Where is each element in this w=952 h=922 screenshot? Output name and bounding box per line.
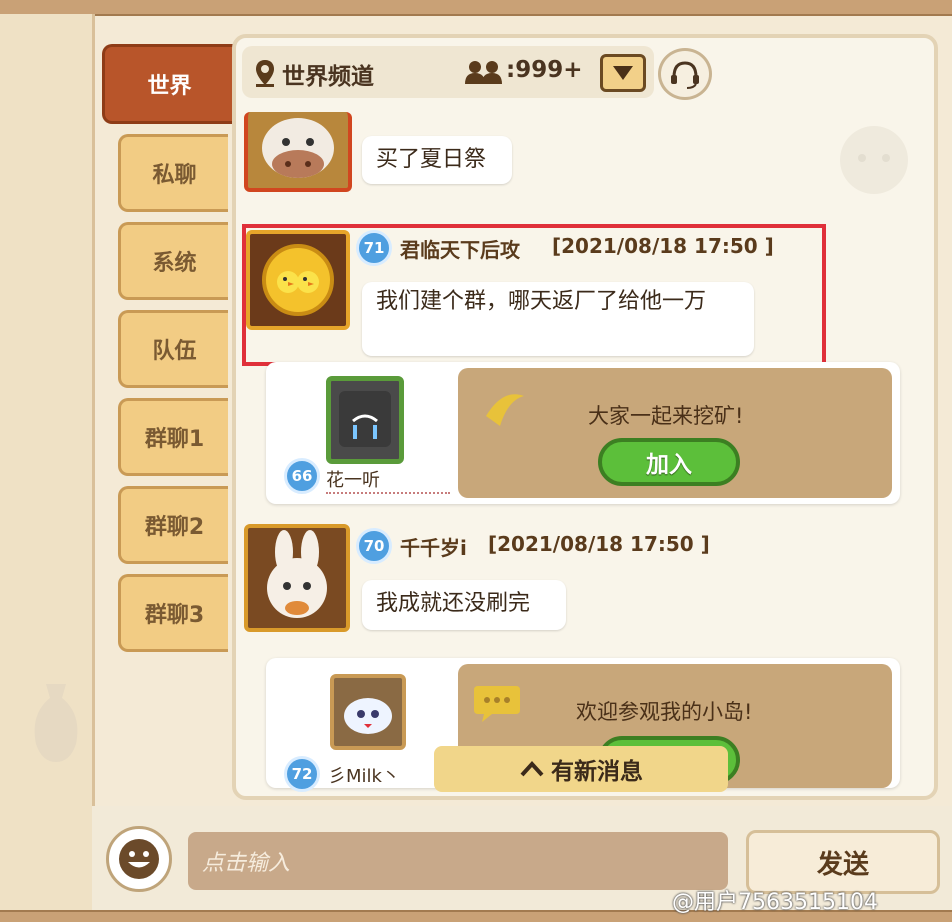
rabbit-avatar[interactable] <box>244 524 350 632</box>
sheep-watermark-icon <box>840 126 908 194</box>
dotted-divider <box>326 492 450 494</box>
highlight-box <box>242 224 826 366</box>
customer-service-button[interactable] <box>658 48 712 100</box>
tab-group3[interactable]: 群聊3 <box>118 574 228 652</box>
headset-icon <box>671 61 699 89</box>
channel-title: 世界频道 <box>282 64 374 90</box>
message-bubble: 买了夏日祭 <box>362 136 512 184</box>
tab-private[interactable]: 私聊 <box>118 134 228 212</box>
banana-icon <box>486 394 524 426</box>
level-badge: 70 <box>356 528 392 564</box>
group-invite-card: 66 花一听 大家一起来挖矿! 加入 <box>266 362 900 504</box>
chevron-up-icon <box>520 761 544 777</box>
tab-system[interactable]: 系统 <box>118 222 228 300</box>
tab-group2[interactable]: 群聊2 <box>118 486 228 564</box>
card-message: 大家一起来挖矿! <box>588 404 744 428</box>
left-edge <box>0 14 95 912</box>
message-bubble: 我成就还没刷完 <box>362 580 566 630</box>
crying-block-avatar[interactable] <box>326 376 404 464</box>
smiley-icon <box>119 839 159 879</box>
level-badge: 66 <box>284 458 320 494</box>
watermark: @用户7563515104 <box>672 890 878 915</box>
channel-dropdown-button[interactable] <box>600 54 646 92</box>
sender-name[interactable]: 千千岁i <box>400 532 467 561</box>
pin-icon <box>256 60 274 87</box>
dropdown-triangle-icon <box>613 66 633 80</box>
tab-team[interactable]: 队伍 <box>118 310 228 388</box>
cloud-avatar[interactable] <box>330 674 406 750</box>
message-timestamp: [2021/08/18 17:50 ] <box>488 532 710 556</box>
join-button[interactable]: 加入 <box>598 438 740 486</box>
card-user-name[interactable]: 彡Milk丶 <box>328 762 400 788</box>
card-message: 欢迎参观我的小岛! <box>576 700 753 724</box>
cow-avatar[interactable] <box>244 112 352 192</box>
people-icon <box>465 61 502 84</box>
speech-bubble-icon <box>474 686 520 722</box>
new-message-label: 有新消息 <box>551 759 643 785</box>
pouch-decoration-icon <box>34 684 78 762</box>
level-badge: 72 <box>284 756 320 792</box>
new-message-notice[interactable]: 有新消息 <box>434 746 728 792</box>
top-frame <box>0 0 952 16</box>
emoji-button[interactable] <box>106 826 172 892</box>
chat-input[interactable]: 点击输入 <box>188 832 728 890</box>
card-user-name[interactable]: 花一听 <box>326 466 380 492</box>
tab-group1[interactable]: 群聊1 <box>118 398 228 476</box>
card-banner: 大家一起来挖矿! 加入 <box>458 368 892 498</box>
online-count: :999+ <box>506 57 583 83</box>
tab-world[interactable]: 世界 <box>102 44 234 124</box>
